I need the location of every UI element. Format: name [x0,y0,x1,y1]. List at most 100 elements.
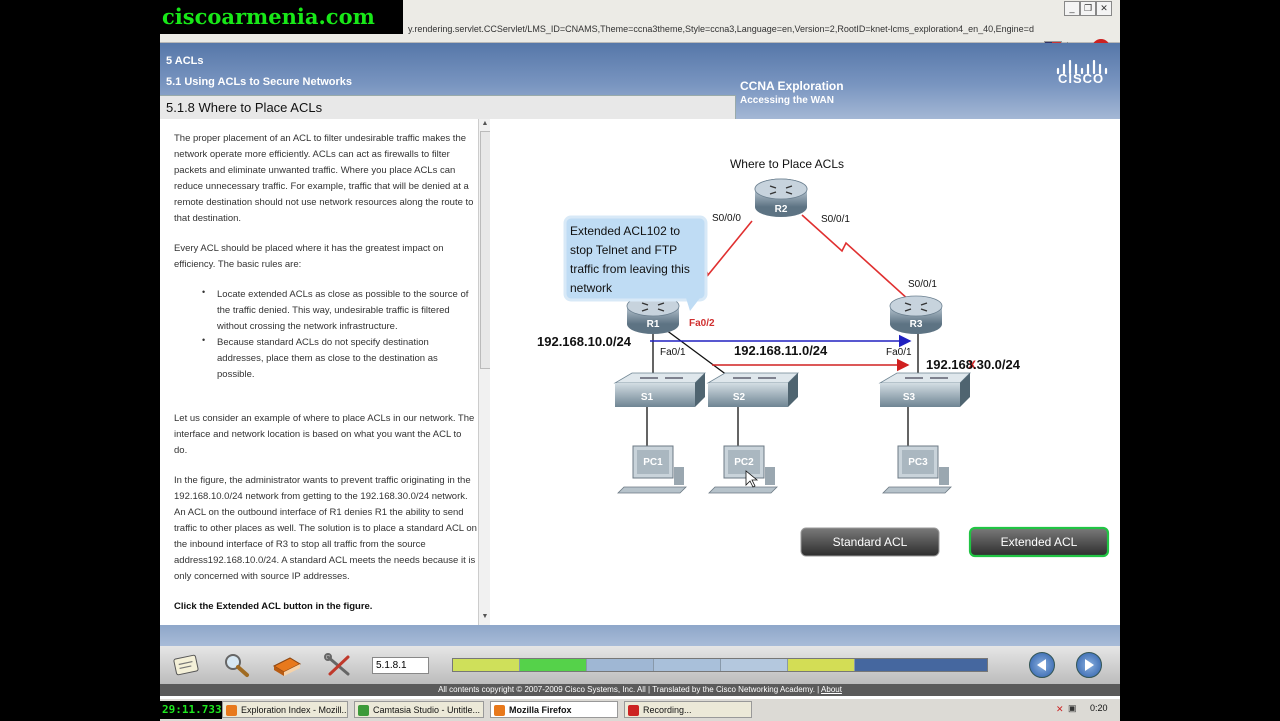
bullet-icon: • [202,287,206,297]
router-r3-label: R3 [910,319,923,330]
tools-icon[interactable] [322,652,356,678]
switch-s1-icon[interactable]: S1 [613,372,706,407]
paragraph-3: Let us consider an example of where to p… [174,413,475,456]
watermark-banner: ciscoarmenia.com [160,0,403,34]
taskbar-item-recording[interactable]: Recording... [624,701,752,718]
interface-label-r2-s000: S0/0/0 [712,213,741,224]
pc2-icon[interactable]: PC2 [708,445,778,494]
pc3-label: PC3 [908,457,928,468]
search-icon[interactable] [220,652,254,678]
callout-text: Extended ACL102 to stop Telnet and FTP t… [570,224,690,295]
browser-window: _ ❐ ✕ y.rendering.servlet.CCServlet/LMS_… [160,0,1120,720]
scroll-down-icon[interactable]: ▼ [480,613,490,623]
copyright-text: All contents copyright © 2007-2009 Cisco… [438,685,820,694]
taskbar-item-label: Exploration Index - Mozill... [241,705,348,715]
minimize-button[interactable]: _ [1064,1,1080,16]
taskbar-item-label: Camtasia Studio - Untitle... [373,705,481,715]
network-icon[interactable]: ▣ [1068,703,1077,714]
course-name: CCNA Exploration [740,79,844,93]
lesson-progress-bar[interactable] [452,658,988,672]
taskbar-item-exploration[interactable]: Exploration Index - Mozill... [222,701,348,718]
interface-label-r3-fa01: Fa0/1 [886,347,912,358]
pc3-icon[interactable]: PC3 [882,445,952,494]
book-icon[interactable] [270,652,304,678]
switch-s3-icon[interactable]: S3 [878,372,971,407]
pc1-label: PC1 [643,457,663,468]
copyright-footer: All contents copyright © 2007-2009 Cisco… [160,684,1120,696]
notes-icon[interactable] [170,652,204,678]
taskbar-item-label: Recording... [643,705,692,715]
network-diagram: Where to Place ACLs X R2 R1 R3 S1 S2 S3 … [490,119,1120,625]
progress-segment[interactable] [721,659,788,671]
recording-timer: 29:11.733 [160,701,222,719]
recording-icon [628,705,639,716]
url-text: y.rendering.servlet.CCServlet/LMS_ID=CNA… [408,24,1034,34]
standard-acl-button[interactable]: Standard ACL [800,527,940,557]
standard-acl-label: Standard ACL [833,535,908,549]
cisco-logo-text: CISCO [1058,71,1105,86]
page-title: 5.1.8 Where to Place ACLs [166,100,323,115]
arrow-left-icon [1037,659,1046,671]
camtasia-icon [358,705,369,716]
router-r2-label: R2 [775,204,788,215]
router-r1-label: R1 [647,319,660,330]
router-r2-icon[interactable]: R2 [754,178,808,217]
interface-label-r3-s001: S0/0/1 [908,279,937,290]
interface-label-r2-s001: S0/0/1 [821,214,850,225]
router-r3-icon[interactable]: R3 [889,295,943,334]
progress-segment[interactable] [654,659,721,671]
router-r1-icon[interactable]: R1 [626,295,680,334]
scroll-up-icon[interactable]: ▲ [480,120,490,130]
progress-segment[interactable] [788,659,855,671]
progress-segment[interactable] [453,659,520,671]
bullet-item-1: Locate extended ACLs as close as possibl… [217,289,469,332]
topology-svg: Where to Place ACLs X R2 R1 R3 S1 S2 S3 … [537,157,1110,558]
progress-segment[interactable] [587,659,654,671]
close-button[interactable]: ✕ [1096,1,1112,16]
page-title-bar: 5.1.8 Where to Place ACLs [160,95,736,120]
previous-page-button[interactable] [1029,652,1055,678]
speaker-muted-icon[interactable]: ✕ [1056,704,1064,715]
serial-link-r2-r3 [801,214,911,302]
network-label-10: 192.168.10.0/24 [537,334,632,349]
switch-s3-label: S3 [903,392,916,403]
paragraph-2: Every ACL should be placed where it has … [174,243,444,270]
watermark-text: ciscoarmenia.com [162,4,375,29]
switch-s2-label: S2 [733,392,746,403]
extended-acl-button[interactable]: Extended ACL [968,526,1110,558]
firefox-icon [494,705,505,716]
course-subtitle: Accessing the WAN [740,95,834,106]
about-link[interactable]: About [821,685,842,694]
acl-callout: Extended ACL102 to stop Telnet and FTP t… [563,215,708,311]
paragraph-4: In the figure, the administrator wants t… [174,475,477,582]
switch-s1-label: S1 [641,392,654,403]
chapter-title: 5 ACLs [166,55,204,67]
taskbar-item-label: Mozilla Firefox [509,705,572,715]
firefox-icon [226,705,237,716]
course-nav-bar: 5.1.8.1 [160,646,1120,684]
bullet-item-2: Because standard ACLs do not specify des… [217,337,438,380]
content-text-pane[interactable]: The proper placement of an ACL to filter… [160,119,479,625]
content-bottom-bar [160,625,1120,646]
arrow-right-icon [1085,659,1094,671]
next-page-button[interactable] [1076,652,1102,678]
system-clock: 0:20 [1090,703,1108,713]
pc1-icon[interactable]: PC1 [617,445,687,494]
pc2-label: PC2 [734,457,754,468]
paragraph-1: The proper placement of an ACL to filter… [174,133,474,224]
taskbar-item-camtasia[interactable]: Camtasia Studio - Untitle... [354,701,484,718]
page-number-input[interactable]: 5.1.8.1 [372,657,429,674]
bullet-icon: • [202,335,206,345]
extended-acl-label: Extended ACL [1001,535,1078,549]
interface-label-r1-fa02: Fa0/2 [689,318,715,329]
taskbar-item-firefox[interactable]: Mozilla Firefox [490,701,618,718]
progress-segment[interactable] [520,659,587,671]
interface-label-r1-fa01: Fa0/1 [660,347,686,358]
switch-s2-icon[interactable]: S2 [706,372,799,407]
windows-taskbar: 29:11.733 Exploration Index - Mozill... … [160,698,1120,721]
network-label-11: 192.168.11.0/24 [734,343,828,358]
instruction-text: Click the Extended ACL button in the fig… [174,601,373,612]
restore-button[interactable]: ❐ [1080,1,1096,16]
progress-segment[interactable] [855,659,987,671]
network-label-30: 192.168.30.0/24 [926,357,1021,372]
